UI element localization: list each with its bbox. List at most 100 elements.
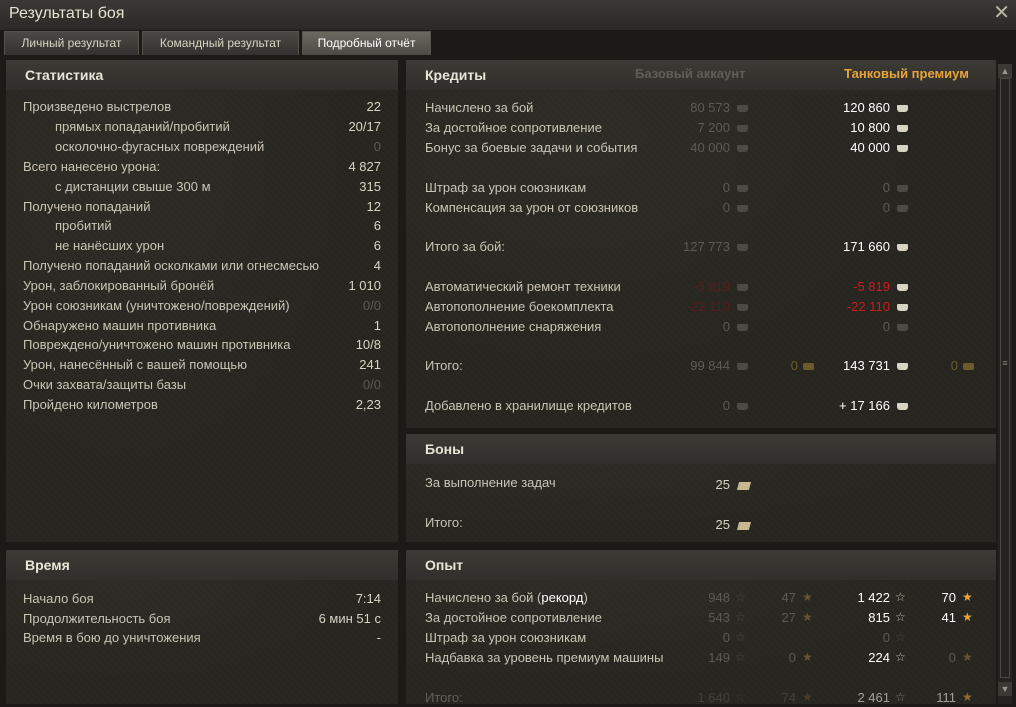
experience-icon: ☆	[735, 610, 746, 624]
stat-label: осколочно-фугасных повреждений	[55, 139, 265, 154]
base-account-column-header: Базовый аккаунт	[635, 66, 746, 81]
stat-value: 0	[373, 139, 381, 154]
exp-label: Штраф за урон союзникам	[425, 630, 587, 645]
free-experience-icon: ★	[802, 690, 813, 704]
scroll-thumb[interactable]	[1000, 78, 1010, 678]
exp-prem-value: 2 461	[857, 690, 890, 705]
stat-value: 1 010	[348, 278, 381, 293]
credits-icon	[737, 304, 748, 311]
credits-icon	[737, 185, 748, 192]
stat-label: пробитий	[55, 218, 112, 233]
bond-icon	[736, 522, 752, 530]
time-row: Начало боя	[23, 590, 94, 608]
experience-icon: ☆	[735, 630, 746, 644]
stat-value: 0/0	[362, 298, 381, 313]
time-header: Время	[6, 550, 398, 580]
stat-label: Урон союзникам (уничтожено/повреждений)	[23, 298, 290, 313]
credits-icon	[737, 324, 748, 331]
grip-icon: ≡	[1002, 358, 1008, 368]
exp-base-free-value: 27	[781, 610, 796, 625]
time-row: Продолжительность боя	[23, 610, 171, 628]
scroll-up-icon[interactable]: ▲	[998, 64, 1012, 78]
stat-row: Повреждено/уничтожено машин противника	[23, 336, 291, 354]
time-value: 7:14	[355, 591, 381, 606]
stat-value: 6	[373, 218, 381, 233]
free-experience-icon: ★	[802, 610, 813, 624]
free-experience-icon: ★	[802, 590, 813, 604]
exp-prem-free-value: 111	[936, 690, 956, 705]
stat-label: Обнаружено машин противника	[23, 318, 217, 333]
credit-base-value: 99 844	[690, 358, 730, 373]
tab-detailed-report[interactable]: Подробный отчёт	[302, 31, 431, 55]
statistics-header: Статистика	[6, 60, 398, 90]
credit-row: Добавлено в хранилище кредитов	[425, 397, 632, 415]
credit-base-value: -22 110	[686, 299, 730, 314]
credit-label: Автоматический ремонт техники	[425, 279, 621, 294]
stat-row: Получено попаданий осколками или огнесме…	[23, 257, 319, 275]
credits-icon	[897, 244, 908, 251]
stat-label: Урон, заблокированный бронёй	[23, 278, 215, 293]
credit-row: Штраф за урон союзникам	[425, 179, 586, 197]
stat-row: не нанёсших урон	[55, 237, 164, 255]
window-title: Результаты боя	[9, 5, 125, 22]
premium-column-header: Танковый премиум	[844, 66, 969, 81]
credit-prem-value: 171 660	[843, 239, 890, 254]
exp-prem-free-value: 0	[948, 650, 956, 665]
credit-base-value: 0	[722, 200, 730, 215]
credits-icon	[897, 125, 908, 132]
exp-row: Надбавка за уровень премиум машины	[425, 649, 663, 667]
exp-row: За достойное сопротивление	[425, 609, 602, 627]
free-experience-icon: ★	[962, 610, 973, 624]
exp-label: Итого:	[425, 690, 463, 705]
stat-row: Урон, нанесённый с вашей помощью	[23, 356, 247, 374]
credit-prem-value: 40 000	[850, 140, 890, 155]
bonds-header: Боны	[406, 434, 996, 464]
credit-base-value: 0	[722, 398, 730, 413]
credits-icon	[737, 403, 748, 410]
credit-row: Итого за бой:	[425, 238, 505, 256]
experience-icon: ☆	[735, 590, 746, 604]
credit-row: Автопополнение снаряжения	[425, 318, 601, 336]
credits-icon	[737, 363, 748, 370]
credit-label: Штраф за урон союзникам	[425, 180, 587, 195]
stat-value: 22	[366, 99, 381, 114]
stat-label: с дистанции свыше 300 м	[55, 179, 211, 194]
scroll-down-icon[interactable]: ▼	[998, 682, 1012, 696]
stat-label: Всего нанесено урона:	[23, 159, 161, 174]
bond-value: 25	[715, 517, 730, 532]
credit-prem-value: 143 731	[843, 358, 890, 373]
stat-value: 12	[366, 199, 381, 214]
stat-row: Произведено выстрелов	[23, 98, 171, 116]
stat-row: Получено попаданий	[23, 198, 150, 216]
scrollbar[interactable]: ▲ ≡ ▼	[998, 64, 1012, 704]
tab-team-result[interactable]: Командный результат	[142, 31, 299, 55]
stat-row: Обнаружено машин противника	[23, 317, 216, 335]
stat-row: с дистанции свыше 300 м	[55, 178, 211, 196]
credits-icon	[737, 105, 748, 112]
exp-label: За достойное сопротивление	[425, 610, 602, 625]
exp-label: Надбавка за уровень премиум машины	[425, 650, 664, 665]
time-value: 6 мин 51 с	[318, 611, 381, 626]
credits-icon	[897, 145, 908, 152]
credit-label: Итого:	[425, 358, 463, 373]
credits-title: Кредиты	[425, 67, 487, 83]
bond-value: 25	[715, 477, 730, 492]
exp-base-value: 543	[708, 610, 730, 625]
time-value: -	[376, 630, 381, 645]
stat-row: Урон, заблокированный бронёй	[23, 277, 214, 295]
credit-label: Итого за бой:	[425, 239, 506, 254]
close-icon[interactable]: ✕	[993, 2, 1010, 24]
tab-personal-result[interactable]: Личный результат	[4, 31, 139, 55]
credits-icon	[897, 363, 908, 370]
stat-value: 1	[373, 318, 381, 333]
credit-row: Автоматический ремонт техники	[425, 278, 621, 296]
bond-label: Итого:	[425, 515, 463, 530]
record-label: рекорд	[541, 590, 584, 605]
stat-row: пробитий	[55, 217, 112, 235]
stat-row: Урон союзникам (уничтожено/повреждений)	[23, 297, 290, 315]
stat-row: Всего нанесено урона:	[23, 158, 160, 176]
stat-value: 4	[373, 258, 381, 273]
time-label: Продолжительность боя	[23, 611, 171, 626]
credit-row: Компенсация за урон от союзников	[425, 199, 638, 217]
stat-value: 315	[359, 179, 381, 194]
